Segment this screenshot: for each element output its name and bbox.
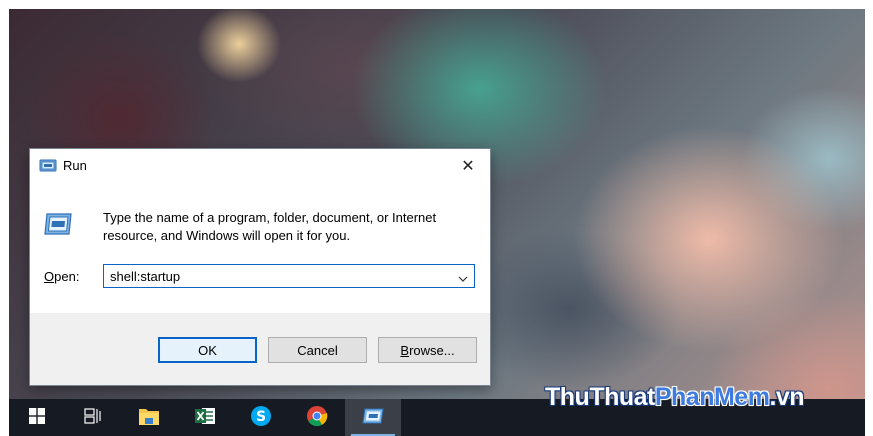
folder-icon (138, 406, 160, 430)
svg-text:S: S (256, 409, 266, 425)
task-view-icon (84, 407, 102, 428)
skype-icon: S (250, 405, 272, 431)
browse-label: rowse... (409, 342, 455, 358)
cancel-button[interactable]: Cancel (268, 337, 367, 363)
watermark-part-3: .vn (769, 383, 805, 411)
browse-button[interactable]: Browse... (378, 337, 477, 363)
description-line-2: resource, and Windows will open it for y… (103, 228, 351, 243)
open-label-mnemonic: O (44, 269, 55, 284)
open-combobox[interactable] (103, 264, 475, 288)
open-label-text: pen: (54, 269, 80, 284)
run-taskbar-button[interactable] (345, 399, 401, 436)
close-icon: ✕ (461, 155, 475, 175)
chrome-icon (306, 405, 328, 431)
open-input[interactable] (104, 265, 444, 287)
dropdown-button[interactable] (452, 265, 474, 287)
watermark-part-2: PhanMem (654, 383, 770, 411)
run-dialog: Run ✕ Type the name of a program, folder… (29, 148, 491, 386)
dialog-description: Type the name of a program, folder, docu… (103, 209, 478, 245)
run-large-icon (43, 211, 73, 237)
title-bar[interactable]: Run ✕ (30, 149, 490, 182)
ok-button[interactable]: OK (158, 337, 257, 363)
run-taskbar-icon (362, 407, 384, 429)
skype-button[interactable]: S (233, 399, 289, 436)
watermark-logo: ThuThuatPhanMem.vn (545, 383, 805, 412)
windows-logo-icon (29, 407, 45, 428)
start-button[interactable] (9, 399, 65, 436)
file-explorer-button[interactable] (121, 399, 177, 436)
watermark-part-1: ThuThuat (545, 383, 655, 411)
excel-button[interactable] (177, 399, 233, 436)
chrome-button[interactable] (289, 399, 345, 436)
dialog-title: Run (63, 158, 87, 173)
excel-icon (194, 406, 216, 430)
task-view-button[interactable] (65, 399, 121, 436)
browse-mnemonic: B (400, 342, 410, 358)
open-label: Open: (44, 269, 79, 284)
chevron-down-icon (458, 267, 468, 286)
close-button[interactable]: ✕ (446, 149, 490, 181)
run-icon (39, 158, 57, 172)
description-line-1: Type the name of a program, folder, docu… (103, 210, 437, 225)
